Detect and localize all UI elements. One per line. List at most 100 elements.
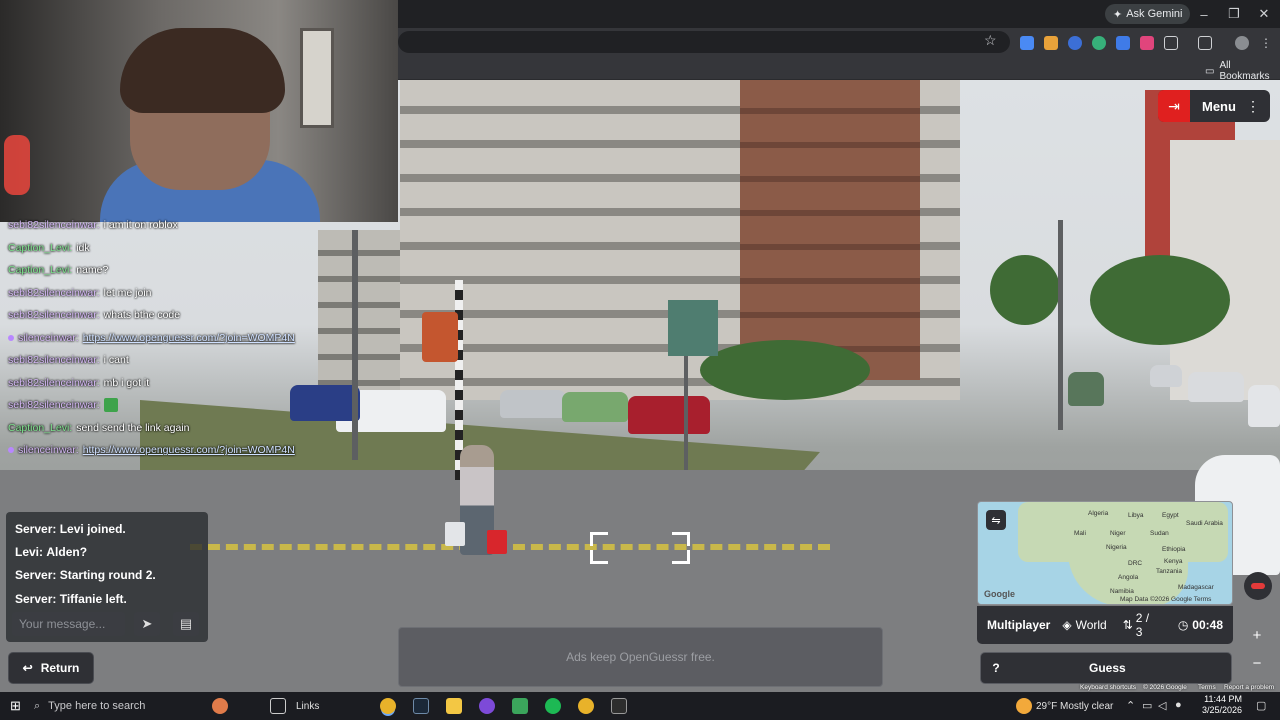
weather-text[interactable]: 29°F Mostly clear <box>1036 701 1113 712</box>
app-icon[interactable] <box>479 698 495 714</box>
spotify-icon[interactable] <box>545 698 561 714</box>
map-attribution[interactable]: Map Data ©2026 Google Terms <box>1120 596 1211 603</box>
extension-icon[interactable] <box>1092 36 1106 50</box>
exit-icon: ⇥ <box>1168 97 1180 114</box>
extension-icon[interactable] <box>1044 36 1058 50</box>
chat-sender: Server: <box>15 521 57 536</box>
crosshair-corner <box>590 532 608 546</box>
chat-link[interactable]: https://www.openguessr.com/?join=WOMP4N <box>83 443 295 457</box>
profile-avatar[interactable] <box>1235 36 1249 50</box>
search-highlight-icon[interactable] <box>212 698 228 714</box>
map-settings-button[interactable]: ⇋ <box>986 510 1006 530</box>
car <box>1188 372 1244 402</box>
gemini-icon: ✦ <box>1113 8 1123 21</box>
chat-message: sebi82silenceinwar: i cant <box>8 349 348 372</box>
exit-game-button[interactable]: ⇥ <box>1158 90 1190 122</box>
extension-icon[interactable] <box>1116 36 1130 50</box>
weather-icon[interactable] <box>1016 698 1032 714</box>
map-label: DRC <box>1128 560 1143 567</box>
chat-username: silenceinwar: <box>18 444 79 457</box>
taskbar-clock[interactable]: 11:44 PM 3/25/2026 <box>1196 694 1242 716</box>
red-bucket <box>487 530 507 554</box>
bookmark-star-icon[interactable]: ☆ <box>984 32 997 49</box>
extensions-puzzle-icon[interactable] <box>1164 36 1178 50</box>
map-label: Saudi Arabia <box>1186 520 1223 527</box>
chrome-icon[interactable] <box>578 698 594 714</box>
chat-sender: Server: <box>15 591 57 606</box>
more-vertical-icon[interactable]: ⋮ <box>1246 98 1260 115</box>
clock-time: 11:44 PM <box>1204 694 1242 704</box>
crosshair-corner <box>590 550 608 564</box>
minimize-button[interactable]: – <box>1190 4 1218 24</box>
chrome-icon[interactable] <box>380 698 396 714</box>
menu-button[interactable]: Menu <box>1202 99 1236 114</box>
map-label: Libya <box>1128 512 1144 519</box>
timer-icon: ◷ <box>1177 618 1189 632</box>
search-placeholder: Type here to search <box>48 700 146 712</box>
extension-icon[interactable] <box>1068 36 1082 50</box>
app-icon[interactable] <box>512 698 528 714</box>
send-message-button[interactable]: ➤ <box>134 612 160 636</box>
obs-icon[interactable] <box>611 698 627 714</box>
extension-icon[interactable] <box>1140 36 1154 50</box>
chat-link[interactable]: https://www.openguessr.com/?join=WOMP4N <box>83 331 295 345</box>
speaker-icon[interactable]: ◁ <box>1158 699 1166 712</box>
chat-message: silenceinwar: https://www.openguessr.com/… <box>8 439 348 462</box>
chat-message-input[interactable] <box>12 612 125 636</box>
chat-text: Alden? <box>46 544 88 559</box>
network-icon[interactable]: ▭ <box>1142 699 1152 712</box>
close-window-button[interactable]: ✕ <box>1250 4 1278 24</box>
zoom-out-button[interactable]: − <box>1246 652 1268 674</box>
ask-gemini-button[interactable]: ✦ Ask Gemini <box>1105 4 1191 24</box>
globe-icon: ◈ <box>1062 618 1072 632</box>
terms-link[interactable]: Terms <box>1198 684 1216 691</box>
address-bar[interactable] <box>398 31 1010 53</box>
file-explorer-icon[interactable] <box>446 698 462 714</box>
brick-building <box>740 80 920 380</box>
chat-username: sebi82silenceinwar: <box>8 399 100 412</box>
map-label: Mali <box>1074 530 1086 537</box>
report-problem-link[interactable]: Report a problem <box>1224 684 1274 691</box>
chat-text: Starting round 2. <box>59 568 156 583</box>
view-crosshair-icon <box>590 532 690 564</box>
help-button[interactable]: ? <box>981 652 1011 684</box>
tray-chevron-icon[interactable]: ⌃ <box>1126 699 1135 712</box>
windows-start-icon[interactable]: ⊞ <box>10 698 26 714</box>
chat-username: sebi82silenceinwar: <box>8 286 100 299</box>
maximize-button[interactable]: ❐ <box>1220 4 1248 24</box>
webcam-lamp <box>4 135 30 195</box>
split-view-icon[interactable] <box>1198 36 1212 50</box>
chat-toggle-button[interactable]: ▤ <box>173 612 199 636</box>
chat-message: sebi82silenceinwar: i am it on roblox <box>8 214 348 237</box>
links-toolbar[interactable]: Links <box>296 701 319 712</box>
chat-text: mb i got it <box>103 376 150 389</box>
guess-minimap[interactable]: Algeria Libya Egypt Saudi Arabia Mali Ni… <box>977 501 1233 605</box>
send-icon: ➤ <box>141 616 153 631</box>
painted-curb <box>190 480 830 550</box>
map-label: Egypt <box>1162 512 1179 519</box>
tree <box>990 255 1060 325</box>
compass-icon[interactable] <box>1244 572 1272 600</box>
browser-menu-icon[interactable]: ⋮ <box>1260 36 1274 50</box>
chat-text: i cant <box>103 354 129 367</box>
map-label: Tanzania <box>1156 568 1183 575</box>
zoom-in-button[interactable]: + <box>1246 624 1268 646</box>
return-arrow-icon: ↩ <box>22 661 33 675</box>
chat-username: sebi82silenceinwar: <box>8 376 100 389</box>
chat-sender: Levi: <box>15 544 44 559</box>
taskbar-search[interactable]: ⌕ Type here to search <box>34 692 145 720</box>
steam-icon[interactable] <box>413 698 429 714</box>
map-label: Namibia <box>1110 588 1134 595</box>
task-view-icon[interactable] <box>270 698 286 714</box>
chat-message: sebi82silenceinwar: whats bthe code <box>8 304 348 327</box>
notification-icon[interactable]: ▢ <box>1256 699 1266 712</box>
return-button[interactable]: ↩ Return <box>8 652 94 684</box>
mic-icon[interactable]: ● <box>1175 699 1182 711</box>
compass-needle <box>1251 583 1265 589</box>
extension-icon[interactable] <box>1020 36 1034 50</box>
keyboard-shortcuts-link[interactable]: Keyboard shortcuts <box>1080 684 1136 691</box>
car <box>1150 365 1182 387</box>
badge-icon <box>8 447 14 454</box>
guess-button[interactable]: Guess <box>1089 661 1126 675</box>
all-bookmarks-button[interactable]: ▭ All Bookmarks <box>1205 60 1280 82</box>
